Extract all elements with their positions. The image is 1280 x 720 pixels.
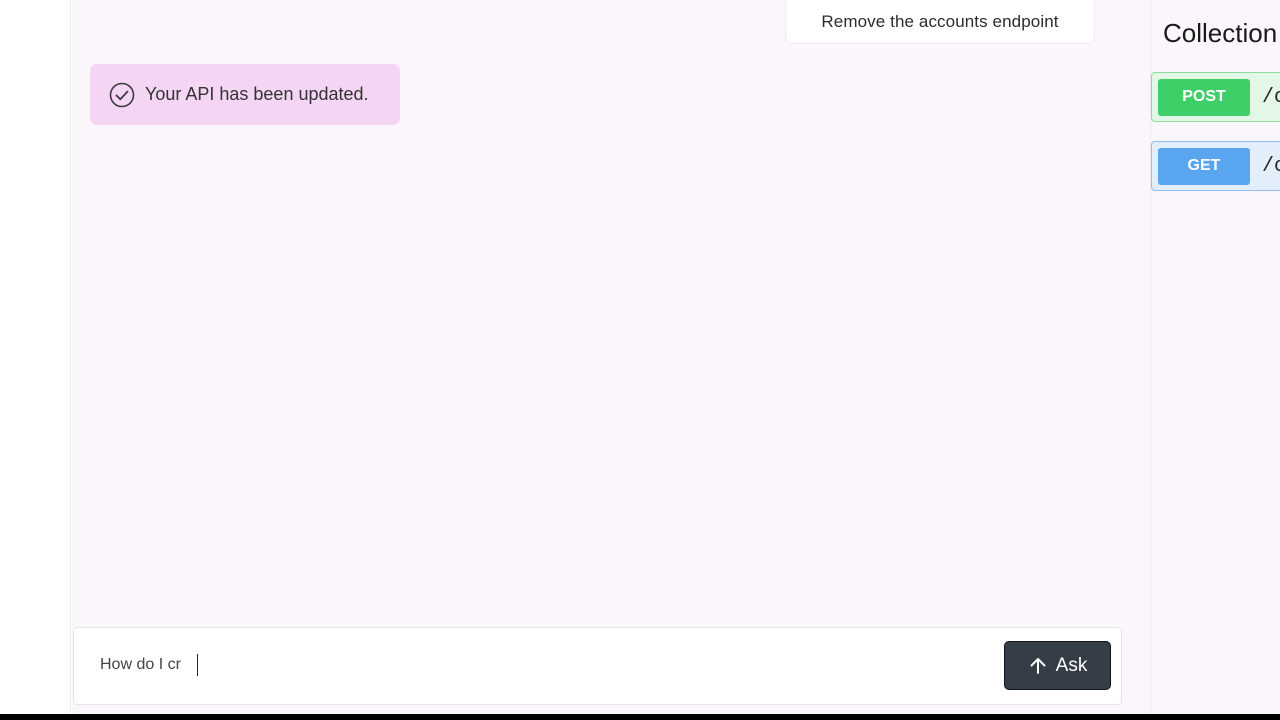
- left-gutter: [0, 0, 71, 714]
- arrow-up-icon: [1028, 656, 1048, 676]
- status-message-text: Your API has been updated.: [145, 84, 369, 104]
- method-badge-post: POST: [1158, 78, 1250, 116]
- user-message-bubble: Remove the accounts endpoint: [785, 0, 1095, 44]
- endpoint-row-get[interactable]: GET /c: [1151, 141, 1280, 191]
- user-message-text: Remove the accounts endpoint: [821, 12, 1059, 31]
- endpoint-row-post[interactable]: POST /c: [1151, 72, 1280, 122]
- status-message: Your API has been updated.: [90, 64, 400, 125]
- check-circle-icon: [109, 82, 135, 108]
- ask-button-label: Ask: [1055, 654, 1088, 676]
- bottom-bar: [0, 714, 1280, 720]
- endpoint-path: /c: [1262, 154, 1280, 178]
- app-root: Remove the accounts endpoint Your API ha…: [0, 0, 1280, 720]
- ask-button[interactable]: Ask: [1004, 641, 1111, 690]
- collections-panel: Collection POST /c GET /c: [1150, 0, 1280, 714]
- endpoint-path: /c: [1262, 85, 1280, 109]
- collections-title: Collection: [1163, 18, 1278, 48]
- question-input[interactable]: [100, 650, 980, 680]
- text-caret: [197, 654, 198, 676]
- composer: Ask: [73, 627, 1122, 705]
- method-badge-get: GET: [1158, 147, 1250, 185]
